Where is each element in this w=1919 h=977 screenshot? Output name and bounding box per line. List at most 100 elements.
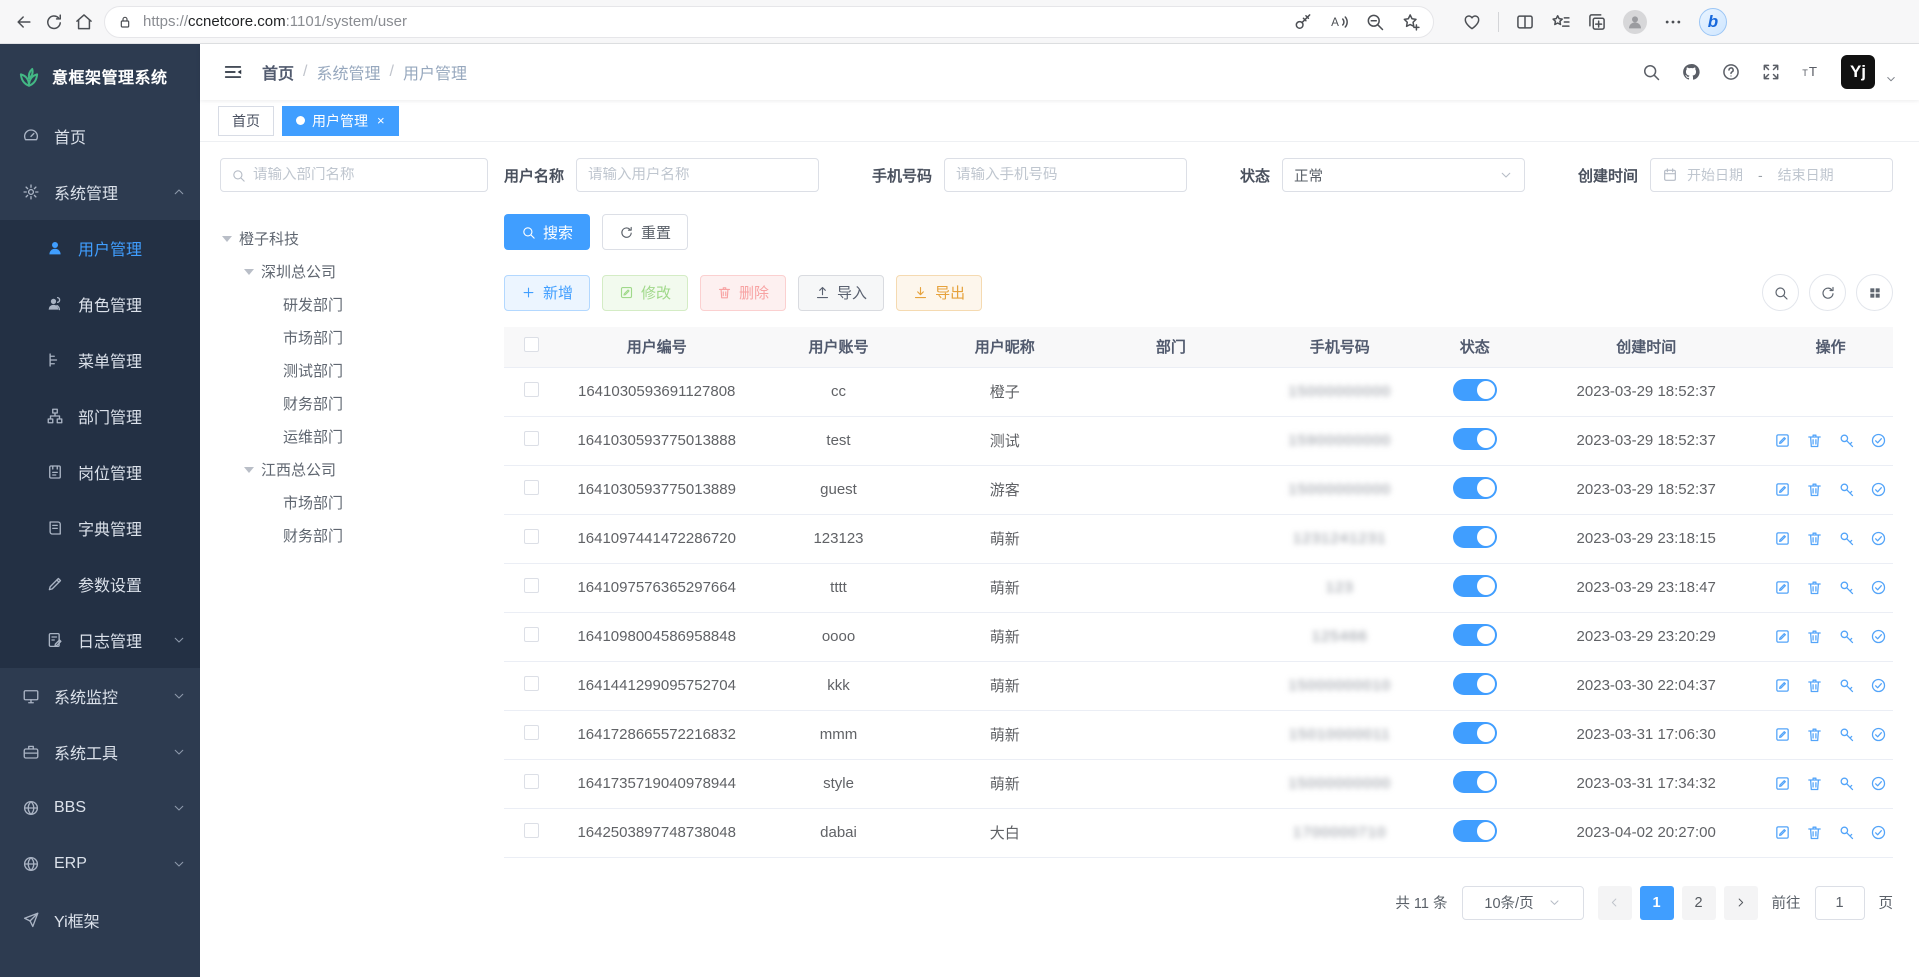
edit-user-icon[interactable] xyxy=(1774,481,1791,498)
header-search-icon[interactable] xyxy=(1641,62,1661,82)
assign-role-icon[interactable] xyxy=(1870,530,1887,547)
status-toggle[interactable] xyxy=(1453,477,1497,499)
prev-page-button[interactable] xyxy=(1598,886,1632,920)
tree-node-市场部门[interactable]: 市场部门 xyxy=(220,486,488,519)
breadcrumb-item[interactable]: 用户管理 xyxy=(403,60,467,84)
sidebar-item-dict-mgmt[interactable]: 字典管理 xyxy=(0,500,200,556)
tree-node-财务部门[interactable]: 财务部门 xyxy=(220,387,488,420)
edit-user-icon[interactable] xyxy=(1774,432,1791,449)
site-permissions-icon[interactable] xyxy=(117,14,133,30)
row-checkbox[interactable] xyxy=(524,627,539,642)
status-toggle[interactable] xyxy=(1453,624,1497,646)
address-bar[interactable]: https://ccnetcore.com:1101/system/user A xyxy=(104,6,1434,38)
delete-user-icon[interactable] xyxy=(1806,824,1823,841)
reset-password-icon[interactable] xyxy=(1838,579,1855,596)
tree-expand-caret-icon[interactable] xyxy=(244,269,254,275)
next-page-button[interactable] xyxy=(1724,886,1758,920)
tree-node-财务部门[interactable]: 财务部门 xyxy=(220,519,488,552)
sidebar-item-menu-mgmt[interactable]: 菜单管理 xyxy=(0,332,200,388)
zoom-out-icon[interactable] xyxy=(1365,12,1385,32)
browser-refresh-icon[interactable] xyxy=(44,12,64,32)
tree-node-市场部门[interactable]: 市场部门 xyxy=(220,321,488,354)
read-aloud-icon[interactable]: A xyxy=(1329,12,1349,32)
collapse-sidebar-icon[interactable] xyxy=(222,61,244,83)
assign-role-icon[interactable] xyxy=(1870,628,1887,645)
fullscreen-icon[interactable] xyxy=(1761,62,1781,82)
status-toggle[interactable] xyxy=(1453,673,1497,695)
browser-essentials-icon[interactable] xyxy=(1462,12,1482,32)
row-checkbox[interactable] xyxy=(524,823,539,838)
edit-user-icon[interactable] xyxy=(1774,530,1791,547)
sidebar-item-user-mgmt[interactable]: 用户管理 xyxy=(0,220,200,276)
date-range-picker[interactable]: 开始日期 - 结束日期 xyxy=(1650,158,1893,192)
assign-role-icon[interactable] xyxy=(1870,726,1887,743)
status-select[interactable]: 正常 xyxy=(1282,158,1525,192)
column-settings-button[interactable] xyxy=(1856,274,1893,311)
edit-user-icon[interactable] xyxy=(1774,726,1791,743)
page-size-select[interactable]: 10条/页 xyxy=(1462,886,1584,920)
add-button[interactable]: 新增 xyxy=(504,275,590,311)
edit-user-icon[interactable] xyxy=(1774,677,1791,694)
export-button[interactable]: 导出 xyxy=(896,275,982,311)
page-button-1[interactable]: 1 xyxy=(1640,886,1674,920)
collections-icon[interactable] xyxy=(1587,12,1607,32)
password-manager-icon[interactable] xyxy=(1293,12,1313,32)
row-checkbox[interactable] xyxy=(524,431,539,446)
status-toggle[interactable] xyxy=(1453,575,1497,597)
sidebar-item-post-mgmt[interactable]: 岗位管理 xyxy=(0,444,200,500)
edit-user-icon[interactable] xyxy=(1774,824,1791,841)
breadcrumb-item[interactable]: 首页 xyxy=(262,60,294,84)
delete-button[interactable]: 删除 xyxy=(700,275,786,311)
split-screen-icon[interactable] xyxy=(1515,12,1535,32)
sidebar-item-bbs[interactable]: BBS xyxy=(0,780,200,836)
row-checkbox[interactable] xyxy=(524,382,539,397)
avatar-chevron-down-icon[interactable] xyxy=(1885,73,1897,85)
sidebar-item-param-settings[interactable]: 参数设置 xyxy=(0,556,200,612)
goto-page-input[interactable] xyxy=(1815,886,1865,920)
edit-user-icon[interactable] xyxy=(1774,628,1791,645)
edit-button[interactable]: 修改 xyxy=(602,275,688,311)
browser-home-icon[interactable] xyxy=(74,12,94,32)
row-checkbox[interactable] xyxy=(524,774,539,789)
assign-role-icon[interactable] xyxy=(1870,775,1887,792)
import-button[interactable]: 导入 xyxy=(798,275,884,311)
tree-node-深圳总公司[interactable]: 深圳总公司 xyxy=(220,255,488,288)
tree-node-橙子科技[interactable]: 橙子科技 xyxy=(220,222,488,255)
search-button[interactable]: 搜索 xyxy=(504,214,590,250)
delete-user-icon[interactable] xyxy=(1806,677,1823,694)
add-favorite-icon[interactable] xyxy=(1401,12,1421,32)
close-tab-icon[interactable]: × xyxy=(377,113,385,128)
tree-node-测试部门[interactable]: 测试部门 xyxy=(220,354,488,387)
phone-input[interactable] xyxy=(956,167,1175,183)
user-avatar[interactable]: Yj xyxy=(1841,55,1875,89)
reset-password-icon[interactable] xyxy=(1838,775,1855,792)
delete-user-icon[interactable] xyxy=(1806,628,1823,645)
page-button-2[interactable]: 2 xyxy=(1682,886,1716,920)
tree-node-江西总公司[interactable]: 江西总公司 xyxy=(220,453,488,486)
github-icon[interactable] xyxy=(1681,62,1701,82)
assign-role-icon[interactable] xyxy=(1870,824,1887,841)
status-toggle[interactable] xyxy=(1453,428,1497,450)
sidebar-item-system-tools[interactable]: 系统工具 xyxy=(0,724,200,780)
font-size-icon[interactable]: TT xyxy=(1801,62,1821,82)
browser-menu-icon[interactable] xyxy=(1663,12,1683,32)
row-checkbox[interactable] xyxy=(524,725,539,740)
sidebar-item-dept-mgmt[interactable]: 部门管理 xyxy=(0,388,200,444)
tab-首页[interactable]: 首页 xyxy=(218,106,274,136)
delete-user-icon[interactable] xyxy=(1806,726,1823,743)
delete-user-icon[interactable] xyxy=(1806,775,1823,792)
row-checkbox[interactable] xyxy=(524,676,539,691)
dept-search-input[interactable] xyxy=(253,167,477,183)
reset-password-icon[interactable] xyxy=(1838,530,1855,547)
sidebar-item-erp[interactable]: ERP xyxy=(0,836,200,892)
edit-user-icon[interactable] xyxy=(1774,775,1791,792)
row-checkbox[interactable] xyxy=(524,529,539,544)
reset-password-icon[interactable] xyxy=(1838,726,1855,743)
sidebar-item-yi-framework[interactable]: Yi框架 xyxy=(0,892,200,948)
help-icon[interactable] xyxy=(1721,62,1741,82)
status-toggle[interactable] xyxy=(1453,722,1497,744)
sidebar-item-home[interactable]: 首页 xyxy=(0,108,200,164)
sidebar-item-role-mgmt[interactable]: 角色管理 xyxy=(0,276,200,332)
toggle-search-button[interactable] xyxy=(1762,274,1799,311)
assign-role-icon[interactable] xyxy=(1870,481,1887,498)
